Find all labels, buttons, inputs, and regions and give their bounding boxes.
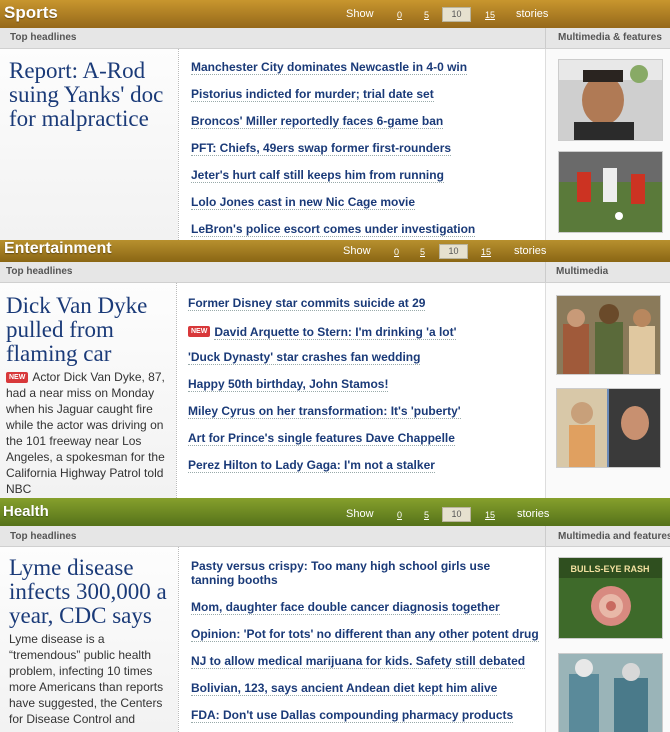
headline-link[interactable]: Lolo Jones cast in new Nic Cage movie bbox=[191, 195, 416, 210]
health-subheader: Top headlines Multimedia and features bbox=[0, 526, 670, 547]
health-multimedia-column: BULLS-EYE RASH bbox=[545, 547, 670, 732]
headline-link[interactable]: Perez Hilton to Lady Gaga: I'm not a sta… bbox=[188, 458, 435, 473]
divider bbox=[545, 262, 546, 282]
count-15[interactable]: 15 bbox=[481, 247, 491, 257]
entertainment-header-bar: Entertainment Show 0 5 10 15 stories bbox=[0, 240, 670, 262]
headline-link[interactable]: David Arquette to Stern: I'm drinking 'a… bbox=[214, 325, 457, 340]
count-5[interactable]: 5 bbox=[424, 510, 429, 520]
divider bbox=[178, 49, 179, 240]
wedding-photo-thumbnail[interactable] bbox=[556, 295, 661, 375]
sports-section: Sports Show 0 5 10 15 stories Top headli… bbox=[0, 0, 670, 240]
soccer-photo-thumbnail[interactable] bbox=[558, 151, 663, 233]
top-headlines-label: Top headlines bbox=[10, 32, 77, 43]
entertainment-multimedia-column bbox=[545, 283, 670, 498]
count-0[interactable]: 0 bbox=[397, 10, 402, 20]
entertainment-section: Entertainment Show 0 5 10 15 stories Top… bbox=[0, 240, 670, 498]
headline-link[interactable]: Jeter's hurt calf still keeps him from r… bbox=[191, 168, 444, 183]
thumb-caption: BULLS-EYE RASH bbox=[570, 564, 649, 574]
divider bbox=[545, 526, 546, 546]
entertainment-subheader: Top headlines Multimedia bbox=[0, 262, 670, 283]
stories-label: stories bbox=[517, 508, 550, 520]
top-headlines-label: Top headlines bbox=[10, 531, 77, 542]
headline-link[interactable]: PFT: Chiefs, 49ers swap former first-rou… bbox=[191, 141, 452, 156]
divider bbox=[178, 547, 179, 732]
multimedia-label: Multimedia and features bbox=[558, 531, 670, 542]
headline-link[interactable]: Former Disney star commits suicide at 29 bbox=[188, 296, 426, 311]
headline-link[interactable]: Art for Prince's single features Dave Ch… bbox=[188, 431, 455, 446]
headline-link[interactable]: Manchester City dominates Newcastle in 4… bbox=[191, 60, 468, 75]
headline-link[interactable]: Happy 50th birthday, John Stamos! bbox=[188, 377, 389, 392]
health-lead-summary: Lyme disease is a “tremendous” public he… bbox=[9, 632, 164, 726]
headline-link[interactable]: Opinion: 'Pot for tots' no different tha… bbox=[191, 627, 539, 642]
count-10-selected[interactable]: 10 bbox=[442, 7, 471, 22]
health-title[interactable]: Health bbox=[3, 503, 49, 520]
health-section: Health Show 0 5 10 15 stories Top headli… bbox=[0, 498, 670, 732]
count-0[interactable]: 0 bbox=[397, 510, 402, 520]
celebrity-photo-thumbnail[interactable] bbox=[556, 388, 661, 468]
show-label: Show bbox=[343, 245, 371, 257]
count-10-selected[interactable]: 10 bbox=[442, 507, 471, 522]
entertainment-title[interactable]: Entertainment bbox=[4, 240, 112, 258]
entertainment-lead-summary: NEW Actor Dick Van Dyke, 87, had a near m… bbox=[6, 369, 166, 497]
show-label: Show bbox=[346, 508, 374, 520]
headline-with-badge: NEW David Arquette to Stern: I'm drinking… bbox=[188, 323, 457, 341]
count-0[interactable]: 0 bbox=[394, 247, 399, 257]
rash-photo-thumbnail[interactable]: BULLS-EYE RASH bbox=[558, 557, 663, 639]
multimedia-label: Multimedia & features bbox=[558, 32, 662, 43]
surgery-photo-thumbnail[interactable] bbox=[558, 653, 663, 732]
health-lead-headline[interactable]: Lyme disease infects 300,000 a year, CDC… bbox=[9, 556, 175, 628]
sports-subheader: Top headlines Multimedia & features bbox=[0, 28, 670, 49]
sports-lead-column: Report: A-Rod suing Yanks' doc for malpr… bbox=[0, 49, 178, 240]
headline-link[interactable]: NJ to allow medical marijuana for kids. … bbox=[191, 654, 526, 669]
sports-title[interactable]: Sports bbox=[4, 3, 58, 23]
headline-link[interactable]: Pasty versus crispy: Too many high schoo… bbox=[191, 559, 531, 587]
stories-label: stories bbox=[516, 8, 549, 20]
health-header-bar: Health Show 0 5 10 15 stories bbox=[0, 498, 670, 526]
entertainment-lead-headline[interactable]: Dick Van Dyke pulled from flaming car bbox=[6, 294, 166, 366]
entertainment-lead-column: Dick Van Dyke pulled from flaming car NE… bbox=[0, 283, 176, 498]
new-badge: NEW bbox=[6, 372, 29, 384]
count-5[interactable]: 5 bbox=[420, 247, 425, 257]
headline-link[interactable]: Miley Cyrus on her transformation: It's … bbox=[188, 404, 461, 419]
divider bbox=[545, 28, 546, 48]
count-15[interactable]: 15 bbox=[485, 510, 495, 520]
count-10-selected[interactable]: 10 bbox=[439, 244, 468, 259]
headline-link[interactable]: Pistorius indicted for murder; trial dat… bbox=[191, 87, 434, 102]
new-badge: NEW bbox=[188, 326, 211, 338]
arod-photo-thumbnail[interactable] bbox=[558, 59, 663, 141]
show-label: Show bbox=[346, 8, 374, 20]
headline-link[interactable]: Bolivian, 123, says ancient Andean diet … bbox=[191, 681, 498, 696]
top-headlines-label: Top headlines bbox=[6, 266, 73, 277]
headline-link[interactable]: 'Duck Dynasty' star crashes fan wedding bbox=[188, 350, 421, 365]
sports-header-bar: Sports Show 0 5 10 15 stories bbox=[0, 0, 670, 28]
count-15[interactable]: 15 bbox=[485, 10, 495, 20]
divider bbox=[176, 283, 177, 498]
count-5[interactable]: 5 bbox=[424, 10, 429, 20]
headline-link[interactable]: LeBron's police escort comes under inves… bbox=[191, 222, 476, 237]
summary-text: Actor Dick Van Dyke, 87, had a near miss… bbox=[6, 370, 165, 496]
headline-link[interactable]: Mom, daughter face double cancer diagnos… bbox=[191, 600, 500, 615]
headline-link[interactable]: FDA: Don't use Dallas compounding pharma… bbox=[191, 708, 514, 723]
multimedia-label: Multimedia bbox=[556, 266, 609, 277]
stories-label: stories bbox=[514, 245, 547, 257]
sports-multimedia-column bbox=[545, 49, 670, 240]
sports-lead-headline[interactable]: Report: A-Rod suing Yanks' doc for malpr… bbox=[9, 59, 174, 131]
health-lead-column: Lyme disease infects 300,000 a year, CDC… bbox=[0, 547, 178, 732]
headline-link[interactable]: Broncos' Miller reportedly faces 6-game … bbox=[191, 114, 444, 129]
